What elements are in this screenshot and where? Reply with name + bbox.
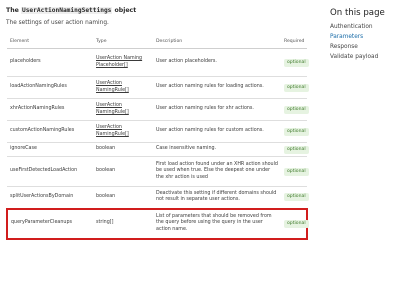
- optional-badge: optional: [284, 58, 309, 67]
- toc-link-response[interactable]: Response: [330, 42, 398, 52]
- type-cell: boolean: [93, 186, 153, 209]
- optional-badge: optional: [284, 193, 309, 202]
- object-description: The settings of user action naming.: [6, 20, 109, 26]
- on-this-page-nav: On this page Authentication Parameters Res…: [330, 8, 398, 62]
- element-name: customActionNamingRules: [7, 120, 93, 143]
- description-cell: User action placeholders.: [153, 48, 281, 77]
- description-cell: First load action found under an XHR act…: [153, 156, 281, 187]
- required-cell: optional: [281, 98, 309, 121]
- element-name: ignoreCase: [7, 142, 93, 157]
- element-name: queryParameterCleanups: [6, 207, 93, 240]
- type-cell: UserAction NamingRule[]: [93, 120, 153, 143]
- type-link[interactable]: UserAction NamingRule[]: [96, 125, 129, 136]
- required-cell: optional: [281, 120, 309, 143]
- required-cell: optional: [281, 207, 309, 240]
- type-link[interactable]: UserAction NamingRule[]: [96, 81, 129, 92]
- element-name: loadActionNamingRules: [7, 76, 93, 99]
- type-cell: boolean: [93, 156, 153, 187]
- type-text: boolean: [96, 168, 116, 174]
- optional-badge: optional: [284, 83, 309, 92]
- toc-list: Authentication Parameters Response Validate…: [330, 22, 398, 62]
- optional-badge: optional: [284, 145, 309, 154]
- table-row: placeholders UserAction Naming Placeholde…: [7, 48, 309, 77]
- table-row: customActionNamingRules UserAction Naming…: [7, 120, 309, 143]
- table-row: useFirstDetectedLoadAction boolean First l…: [7, 156, 309, 187]
- type-text: boolean: [96, 194, 116, 200]
- type-text: string[]: [96, 220, 114, 226]
- toc-link-authentication[interactable]: Authentication: [330, 22, 398, 32]
- description-cell: List of parameters that should be remove…: [153, 207, 281, 240]
- required-cell: optional: [281, 48, 309, 77]
- toc-link-parameters[interactable]: Parameters: [330, 32, 398, 42]
- description-cell: Case insensitive naming.: [153, 142, 281, 157]
- required-cell: optional: [281, 76, 309, 99]
- toc-title: On this page: [330, 8, 385, 18]
- table-row: ignoreCase boolean Case insensitive naming…: [7, 142, 309, 157]
- optional-badge: optional: [284, 127, 309, 136]
- heading-prefix: The: [6, 7, 19, 14]
- table-body: placeholders UserAction Naming Placeholde…: [6, 48, 309, 240]
- object-heading: The UserActionNamingSettings object: [6, 7, 136, 14]
- toc-link-validate-payload[interactable]: Validate payload: [330, 52, 398, 62]
- optional-badge: optional: [284, 219, 309, 228]
- table-header-row: Element Type Description Required: [7, 38, 307, 49]
- element-name: placeholders: [7, 48, 93, 77]
- table-row: splitUserActionsByDomain boolean Deactivat…: [7, 186, 309, 209]
- required-cell: optional: [281, 156, 309, 187]
- element-name: splitUserActionsByDomain: [7, 186, 93, 209]
- object-name-code: UserActionNamingSettings: [20, 7, 113, 14]
- optional-badge: optional: [284, 105, 309, 114]
- element-name: xhrActionNamingRules: [7, 98, 93, 121]
- description-cell: User action naming rules for custom acti…: [153, 120, 281, 143]
- type-link[interactable]: UserAction NamingRule[]: [96, 103, 129, 114]
- description-cell: User action naming rules for loading act…: [153, 76, 281, 99]
- type-cell: UserAction NamingRule[]: [93, 98, 153, 121]
- column-header-required: Required: [281, 38, 307, 49]
- type-link[interactable]: UserAction Naming Placeholder[]: [96, 56, 142, 67]
- description-cell: Deactivate this setting if different dom…: [153, 186, 281, 209]
- table-row-highlighted: queryParameterCleanups string[] List of pa…: [6, 207, 309, 240]
- optional-badge: optional: [284, 167, 309, 176]
- description-cell: User action naming rules for xhr actions…: [153, 98, 281, 121]
- type-cell: boolean: [93, 142, 153, 157]
- element-name: useFirstDetectedLoadAction: [7, 156, 93, 187]
- parameters-table: Element Type Description Required placeh…: [6, 38, 309, 240]
- type-cell: UserAction NamingRule[]: [93, 76, 153, 99]
- column-header-description: Description: [153, 38, 281, 49]
- table-row: xhrActionNamingRules UserAction NamingRul…: [7, 98, 309, 121]
- required-cell: optional: [281, 186, 309, 209]
- type-cell: UserAction Naming Placeholder[]: [93, 48, 153, 77]
- type-cell: string[]: [93, 207, 153, 240]
- type-text: boolean: [96, 146, 116, 152]
- required-cell: optional: [281, 142, 309, 157]
- column-header-element: Element: [7, 38, 93, 49]
- heading-suffix: object: [114, 7, 137, 14]
- column-header-type: Type: [93, 38, 153, 49]
- table-row: loadActionNamingRules UserAction NamingRu…: [7, 76, 309, 99]
